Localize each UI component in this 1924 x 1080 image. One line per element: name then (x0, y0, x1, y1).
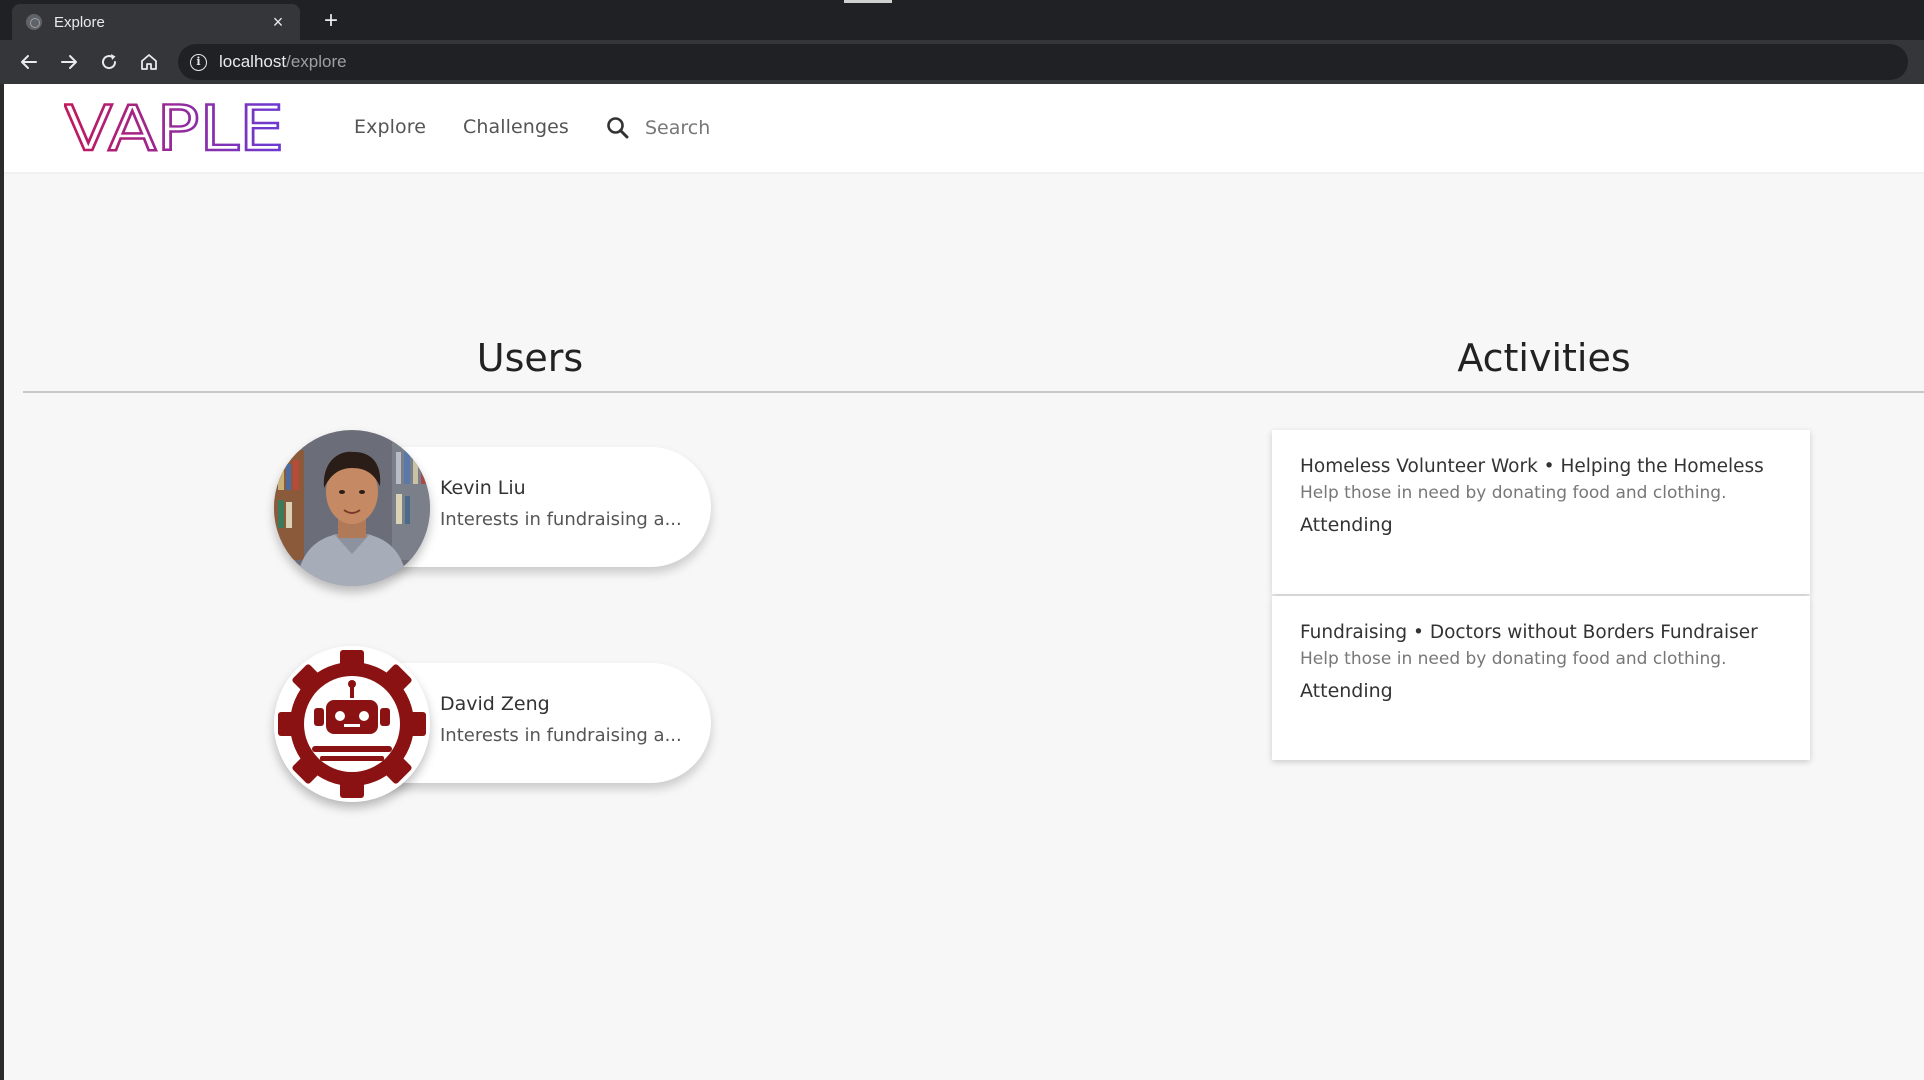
home-icon (141, 54, 157, 70)
window-indicator (844, 0, 892, 3)
users-section-title: Users (476, 336, 584, 380)
new-tab-button[interactable]: + (316, 6, 346, 36)
activity-description: Help those in need by donating food and … (1300, 649, 1727, 669)
forward-button[interactable] (50, 43, 88, 81)
activity-card-doctors-without-borders[interactable]: Fundraising • Doctors without Borders Fu… (1272, 596, 1810, 760)
tab-title: Explore (54, 13, 105, 31)
back-arrow-icon (21, 55, 37, 69)
user-name: Kevin Liu (440, 477, 526, 499)
nav-explore-link[interactable]: Explore (354, 116, 426, 138)
svg-text:VAPLE: VAPLE (64, 98, 284, 156)
avatar[interactable] (274, 430, 430, 586)
search-input[interactable] (645, 110, 905, 146)
back-button[interactable] (10, 43, 48, 81)
url-host: localhost (219, 52, 287, 71)
url-path: /explore (286, 52, 347, 71)
address-bar[interactable]: i localhost/explore (178, 44, 1908, 80)
browser-tab-strip: Explore × + (0, 0, 1924, 40)
home-button[interactable] (130, 43, 168, 81)
page-viewport: VAPLE Explore Challenges Users Activitie… (4, 84, 1924, 1080)
vaple-logo[interactable]: VAPLE (64, 98, 286, 156)
globe-icon (26, 14, 42, 30)
user-interests: Interests in fundraising a... (440, 509, 682, 530)
robot-gear-icon (274, 646, 430, 802)
app-header: VAPLE Explore Challenges (4, 84, 1924, 172)
section-divider (23, 391, 1924, 393)
nav-challenges-link[interactable]: Challenges (463, 116, 569, 138)
user-interests: Interests in fundraising a... (440, 725, 682, 746)
reload-icon (102, 54, 117, 70)
user-photo-icon (274, 430, 430, 586)
info-icon[interactable]: i (190, 53, 207, 71)
activity-status: Attending (1300, 680, 1393, 702)
search-icon[interactable] (605, 115, 631, 141)
user-card-kevin-liu[interactable]: Kevin Liu Interests in fundraising a... (274, 430, 711, 586)
browser-toolbar: i localhost/explore (0, 40, 1924, 84)
user-name: David Zeng (440, 693, 550, 715)
forward-arrow-icon (61, 55, 77, 69)
activity-description: Help those in need by donating food and … (1300, 483, 1727, 503)
activity-title: Homeless Volunteer Work • Helping the Ho… (1300, 456, 1764, 477)
user-card-david-zeng[interactable]: David Zeng Interests in fundraising a... (274, 646, 711, 802)
activities-section-title: Activities (1457, 336, 1631, 380)
activity-card-helping-the-homeless[interactable]: Homeless Volunteer Work • Helping the Ho… (1272, 430, 1810, 594)
tab-close-button[interactable]: × (268, 12, 288, 33)
reload-button[interactable] (90, 43, 128, 81)
activity-status: Attending (1300, 514, 1393, 536)
activity-title: Fundraising • Doctors without Borders Fu… (1300, 622, 1758, 643)
avatar[interactable] (274, 646, 430, 802)
browser-tab-explore[interactable]: Explore × (12, 4, 300, 40)
